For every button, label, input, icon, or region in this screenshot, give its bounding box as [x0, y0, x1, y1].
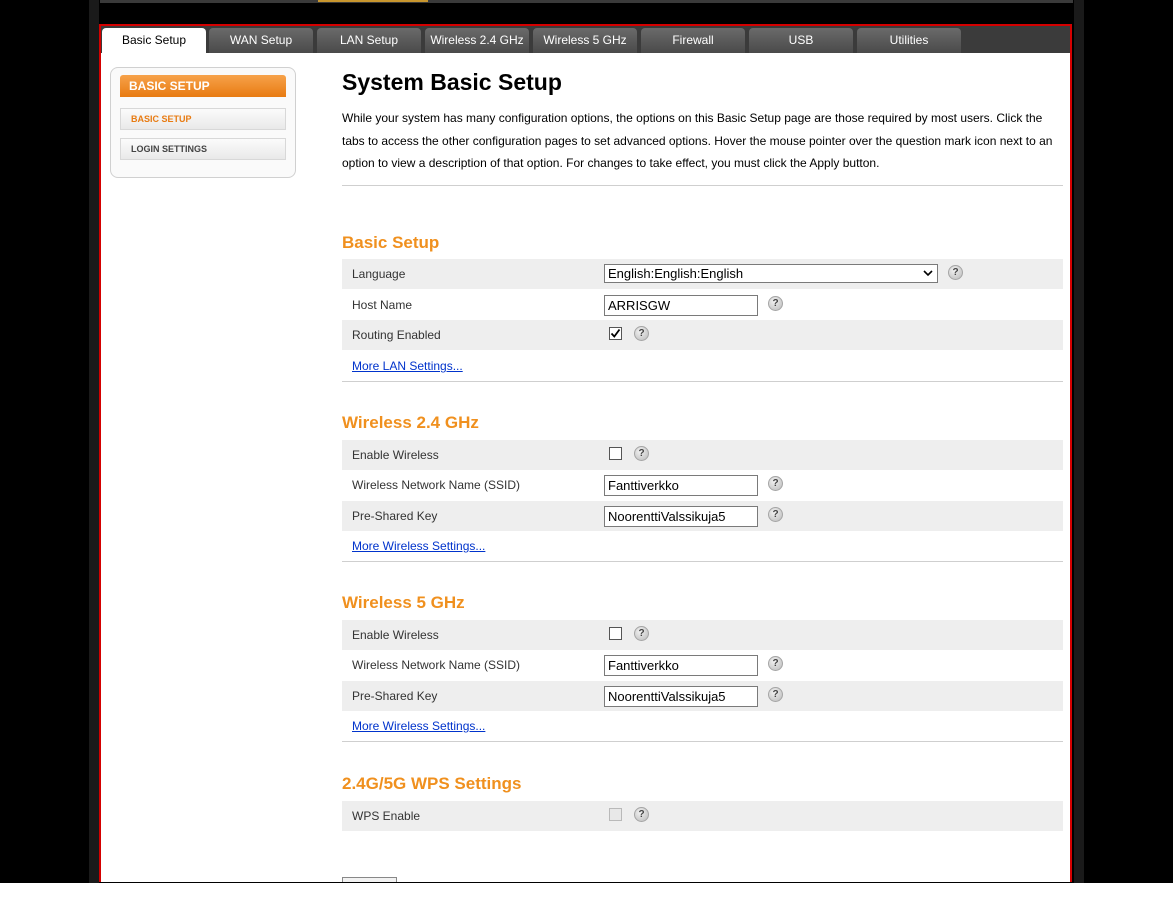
tab-wireless-5[interactable]: Wireless 5 GHz — [533, 28, 637, 53]
chevron-down-icon — [923, 270, 933, 277]
divider — [342, 561, 1063, 562]
language-label: Language — [352, 267, 406, 281]
ssid-24-label: Wireless Network Name (SSID) — [352, 478, 521, 492]
tab-wan-setup[interactable]: WAN Setup — [209, 28, 313, 53]
wps-enable-checkbox[interactable] — [609, 808, 622, 821]
apply-button[interactable] — [342, 877, 397, 882]
sidebar: BASIC SETUP BASIC SETUP LOGIN SETTINGS — [110, 67, 296, 178]
tab-bar: Basic Setup WAN Setup LAN Setup Wireless… — [101, 26, 1070, 53]
row-enable-wireless-5: Enable Wireless ? — [342, 620, 1063, 650]
question-mark-icon[interactable]: ? — [634, 626, 649, 641]
psk-5-input[interactable]: NoorenttiValssikuja5 — [604, 686, 758, 707]
question-mark-icon[interactable]: ? — [768, 687, 783, 702]
section-title-wireless-5: Wireless 5 GHz — [342, 593, 465, 612]
row-psk-5: Pre-Shared Key NoorenttiValssikuja5 ? — [342, 681, 1063, 711]
divider — [342, 185, 1063, 186]
section-title-wireless-24: Wireless 2.4 GHz — [342, 413, 479, 432]
ssid-24-input[interactable]: Fanttiverkko — [604, 475, 758, 496]
question-mark-icon[interactable]: ? — [948, 265, 963, 280]
intro-text: While your system has many configuration… — [342, 111, 1053, 170]
psk-24-input[interactable]: NoorenttiValssikuja5 — [604, 506, 758, 527]
row-more-lan: More LAN Settings... — [342, 351, 1063, 381]
routing-enabled-label: Routing Enabled — [352, 328, 441, 342]
enable-wireless-5-checkbox[interactable] — [609, 627, 622, 640]
divider — [342, 381, 1063, 382]
section-title-basic-setup: Basic Setup — [342, 233, 440, 252]
psk-24-label: Pre-Shared Key — [352, 509, 438, 523]
section-title-wps: 2.4G/5G WPS Settings — [342, 774, 522, 793]
divider — [342, 741, 1063, 742]
host-name-input[interactable]: ARRISGW — [604, 295, 758, 316]
row-ssid-5: Wireless Network Name (SSID) Fanttiverkk… — [342, 650, 1063, 680]
enable-wireless-24-checkbox[interactable] — [609, 447, 622, 460]
ssid-5-input[interactable]: Fanttiverkko — [604, 655, 758, 676]
enable-wireless-5-label: Enable Wireless — [352, 628, 439, 642]
right-gutter — [1074, 0, 1084, 883]
row-ssid-24: Wireless Network Name (SSID) Fanttiverkk… — [342, 470, 1063, 500]
sidebar-item-login-settings[interactable]: LOGIN SETTINGS — [120, 138, 286, 160]
top-strip — [100, 0, 1073, 3]
ssid-5-label: Wireless Network Name (SSID) — [352, 658, 521, 672]
question-mark-icon[interactable]: ? — [634, 326, 649, 341]
language-select[interactable]: English:English:English — [604, 264, 938, 283]
row-more-wireless-5: More Wireless Settings... — [342, 711, 1063, 741]
question-mark-icon[interactable]: ? — [768, 507, 783, 522]
row-routing-enabled: Routing Enabled ? — [342, 320, 1063, 350]
question-mark-icon[interactable]: ? — [768, 476, 783, 491]
row-more-wireless-24: More Wireless Settings... — [342, 531, 1063, 561]
question-mark-icon[interactable]: ? — [768, 296, 783, 311]
psk-5-label: Pre-Shared Key — [352, 689, 438, 703]
left-gutter — [89, 0, 99, 883]
tab-usb[interactable]: USB — [749, 28, 853, 53]
top-accent-strip — [318, 0, 428, 2]
more-wireless-5-link[interactable]: More Wireless Settings... — [352, 711, 485, 741]
row-host-name: Host Name ARRISGW ? — [342, 290, 1063, 320]
checkmark-icon — [610, 328, 621, 338]
wps-enable-label: WPS Enable — [352, 809, 421, 823]
row-enable-wireless-24: Enable Wireless ? — [342, 440, 1063, 470]
more-wireless-24-link[interactable]: More Wireless Settings... — [352, 531, 485, 561]
routing-enabled-checkbox[interactable] — [609, 327, 622, 340]
tab-utilities[interactable]: Utilities — [857, 28, 961, 53]
row-wps-enable: WPS Enable ? — [342, 801, 1063, 831]
row-language: Language English:English:English ? — [342, 259, 1063, 289]
host-name-label: Host Name — [352, 298, 413, 312]
more-lan-settings-link[interactable]: More LAN Settings... — [352, 351, 463, 381]
language-value: English:English:English — [608, 266, 744, 281]
tab-wireless-24[interactable]: Wireless 2.4 GHz — [425, 28, 529, 53]
tab-lan-setup[interactable]: LAN Setup — [317, 28, 421, 53]
question-mark-icon[interactable]: ? — [634, 446, 649, 461]
question-mark-icon[interactable]: ? — [768, 656, 783, 671]
tab-basic-setup[interactable]: Basic Setup — [102, 28, 206, 53]
tab-firewall[interactable]: Firewall — [641, 28, 745, 53]
page-title: System Basic Setup — [342, 69, 562, 95]
sidebar-heading: BASIC SETUP — [120, 75, 286, 97]
sidebar-item-basic-setup[interactable]: BASIC SETUP — [120, 108, 286, 130]
row-psk-24: Pre-Shared Key NoorenttiValssikuja5 ? — [342, 501, 1063, 531]
enable-wireless-24-label: Enable Wireless — [352, 448, 439, 462]
question-mark-icon[interactable]: ? — [634, 807, 649, 822]
main-frame: Basic Setup WAN Setup LAN Setup Wireless… — [99, 24, 1072, 882]
